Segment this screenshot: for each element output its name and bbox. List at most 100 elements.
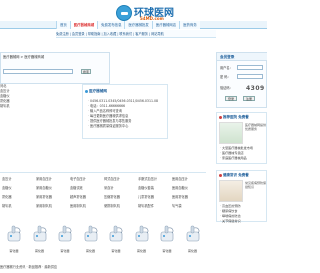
bottom-text: 医疗器械行业资讯 · 新品推荐 · 最新供应 (0, 265, 58, 269)
grid-link[interactable]: 医用雾化器 (172, 194, 188, 199)
product-card[interactable]: 雾化器 (28, 220, 52, 256)
breadcrumb: 医疗器械网 > 医疗器械商城 (3, 55, 45, 59)
promo-list: 大型医疗器械批发市场医疗器械专卖店家庭医疗器械用品 (220, 146, 253, 161)
nebulizer-icon (7, 225, 21, 242)
grid-link[interactable]: 血压计 (2, 176, 12, 181)
product-strip: 雾化器 雾化器 雾化器 雾化器 雾化器 雾化器 雾化器 雾化器 (0, 220, 206, 256)
promo-title: 健康常识 免费餐 (219, 172, 249, 179)
bullet-icon (85, 89, 88, 93)
captcha-label: 验证码： (220, 86, 233, 90)
grid-link[interactable]: 医用制氧机 (70, 203, 86, 208)
login-title: 会员登录 (217, 53, 267, 61)
grid-link[interactable]: 血糖仪 (2, 185, 12, 190)
grid-link[interactable]: 臂式血压计 (104, 176, 120, 181)
grid-link[interactable]: 超声雾化器 (70, 194, 86, 199)
search-input[interactable] (3, 69, 73, 74)
category-list: 河北 血压计 血糖仪 雾化器 制氧机 (0, 84, 80, 109)
promo-link[interactable]: 关节保健常识 (220, 219, 241, 224)
grid-link[interactable]: 血糖试纸 (70, 185, 83, 190)
bullet-icon (219, 115, 222, 119)
register-button[interactable]: 注册 (243, 96, 255, 101)
category-grid: 血压计 家用血压计 电子血压计 臂式血压计 手腕式血压计 医用血压计血糖仪 家用血糖仪 血糖试… (0, 172, 206, 214)
login-button[interactable]: 登录 (225, 96, 237, 101)
grid-link[interactable]: 手腕式血压计 (138, 176, 157, 181)
promo-image[interactable] (219, 180, 243, 202)
grid-link[interactable]: 医用血糖仪 (172, 185, 188, 190)
nebulizer-icon (160, 225, 174, 242)
promo-box-2: 健康常识 免费餐 常见疾病预防保健知识 高血压的预防糖尿病饮食哮喘病的防治关节保… (216, 170, 267, 224)
product-caption: 雾化器 (60, 249, 70, 253)
grid-link[interactable]: 家用血糖仪 (36, 185, 52, 190)
nav-tab[interactable]: 首页 (56, 21, 70, 29)
info-box-title-text: 医疗器械网 (89, 89, 107, 93)
grid-link[interactable]: 采血针 (104, 185, 114, 190)
product-card[interactable]: 雾化器 (181, 220, 205, 256)
page-root: 环球医网 S4MD.com 首页 医疗器械商城 免费发布信息 医疗器械批发 医疗器械网店… (0, 0, 267, 273)
username-label: 用户名： (220, 66, 233, 70)
nebulizer-icon (58, 225, 72, 242)
nebulizer-icon (33, 225, 46, 242)
grid-link[interactable]: 氧气袋 (172, 203, 182, 208)
promo-link[interactable]: 家庭医疗器械用品 (220, 156, 253, 161)
grid-link[interactable]: 医用血压计 (172, 176, 188, 181)
grid-link[interactable]: 电子血压计 (70, 176, 86, 181)
nav-tab[interactable]: 医疗器械网店 (151, 21, 180, 29)
product-card[interactable]: 雾化器 (2, 220, 26, 256)
product-card[interactable]: 雾化器 (130, 220, 154, 256)
search-row: 搜索 (3, 69, 103, 74)
product-caption: 雾化器 (162, 249, 172, 253)
product-card[interactable]: 雾化器 (155, 220, 179, 256)
promo-side-text: 医疗器械网提供优质服务 (245, 123, 267, 131)
username-field[interactable] (237, 65, 263, 70)
globe-icon (116, 5, 132, 21)
product-caption: 雾化器 (34, 249, 44, 253)
product-card[interactable]: 雾化器 (79, 220, 103, 256)
grid-link[interactable]: 雾化器 (2, 194, 12, 199)
info-box-title: 医疗器械网 (85, 87, 107, 95)
promo-title-text: 推荐医院 免费餐 (223, 115, 249, 119)
search-panel: 医疗器械网 > 医疗器械商城 搜索 (0, 52, 110, 84)
promo-title: 推荐医院 免费餐 (219, 114, 249, 121)
grid-link[interactable]: 家用制氧机 (36, 203, 52, 208)
captcha-code: 4309 (246, 85, 265, 92)
product-caption: 雾化器 (136, 249, 146, 253)
nav-tab[interactable]: 医疗器械商城 (69, 21, 98, 29)
promo-list: 高血压的预防糖尿病饮食哮喘病的防治关节保健常识 (220, 204, 241, 224)
nebulizer-icon (186, 225, 199, 242)
product-caption: 雾化器 (85, 249, 95, 253)
nav-tab[interactable]: 免费发布信息 (97, 21, 125, 29)
product-caption: 雾化器 (9, 249, 19, 253)
nav-tab[interactable]: 医药商务 (179, 21, 200, 29)
grid-link[interactable]: 压缩雾化器 (104, 194, 120, 199)
nebulizer-icon (109, 225, 123, 242)
password-field[interactable] (237, 74, 263, 79)
promo-box-1: 推荐医院 免费餐 医疗器械网提供优质服务 大型医疗器械批发市场医疗器械专卖店家庭… (216, 112, 267, 164)
product-caption: 雾化器 (187, 249, 197, 253)
product-card[interactable]: 雾化器 (53, 220, 77, 256)
product-card[interactable]: 雾化器 (104, 220, 128, 256)
grid-link[interactable]: 便携制氧机 (104, 203, 120, 208)
right-sidebar: 会员登录 用户名： 密 码： 验证码： 4309 登录 注册 推荐医院 免费餐 … (216, 52, 267, 273)
info-item[interactable]: 医疗器械质量保证服务中心 (88, 124, 158, 129)
grid-link[interactable]: 儿童雾化器 (138, 194, 154, 199)
info-list: 0456.0311.0345/0456.0311/0456.0311.08电话：… (88, 99, 158, 129)
category-link[interactable]: 制氧机 (0, 104, 80, 109)
nebulizer-icon (84, 225, 97, 242)
sub-nav[interactable]: 免费注册 | 会员登录 | 帮助指南 | 加入收藏 | 联系我们 | 客户服务 … (56, 30, 216, 38)
promo-image[interactable] (219, 122, 243, 144)
grid-link[interactable]: 制氧机 (2, 203, 12, 208)
nav-tab[interactable]: 医疗器械批发 (124, 21, 152, 29)
promo-side-text: 常见疾病预防保健知识 (245, 181, 267, 189)
search-button[interactable]: 搜索 (81, 69, 91, 74)
grid-link[interactable]: 血糖仪套装 (138, 185, 154, 190)
grid-link[interactable]: 家用雾化器 (36, 194, 52, 199)
promo-title-text: 健康常识 免费餐 (223, 173, 249, 177)
grid-link[interactable]: 家用血压计 (36, 176, 52, 181)
grid-link[interactable]: 制氧机配件 (138, 203, 154, 208)
nebulizer-icon (135, 225, 148, 242)
nav-tabs: 首页 医疗器械商城 免费发布信息 医疗器械批发 医疗器械网店 医药商务 (56, 21, 200, 29)
login-box: 会员登录 用户名： 密 码： 验证码： 4309 登录 注册 (216, 52, 267, 108)
main-nav: 首页 医疗器械商城 免费发布信息 医疗器械批发 医疗器械网店 医药商务 (0, 21, 267, 29)
product-caption: 雾化器 (111, 249, 121, 253)
site-header: 环球医网 S4MD.com 首页 医疗器械商城 免费发布信息 医疗器械批发 医疗器械网店… (0, 0, 267, 30)
